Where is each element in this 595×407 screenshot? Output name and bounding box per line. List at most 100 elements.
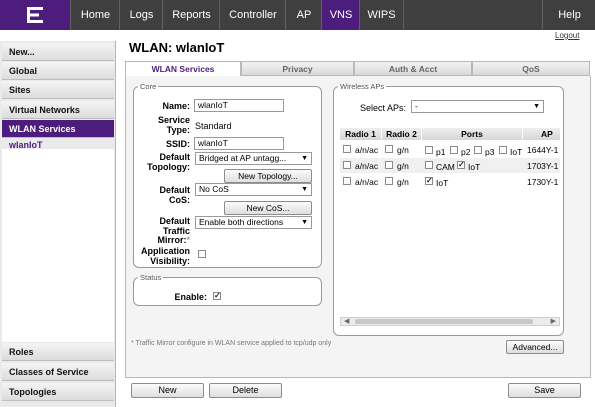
new-topology-button[interactable]: New Topology... <box>224 169 312 183</box>
radio2-label: g/n <box>397 161 409 171</box>
port-checkbox[interactable] <box>499 146 507 154</box>
chevron-down-icon: ▼ <box>301 155 308 162</box>
scroll-right-icon[interactable]: ▶ <box>551 317 556 325</box>
brand-logo[interactable] <box>0 0 70 30</box>
port-checkbox[interactable] <box>450 146 458 154</box>
default-topology-label: Default Topology: <box>147 152 190 172</box>
column-header-radio1[interactable]: Radio 1 <box>340 128 382 140</box>
scroll-left-icon[interactable]: ◀ <box>344 317 349 325</box>
table-row: a/n/ac g/n IoT 1730Y-1 <box>340 174 560 189</box>
service-type-value: Standard <box>195 121 232 131</box>
port-checkbox[interactable] <box>425 177 433 185</box>
default-cos-label: Default CoS: <box>159 185 190 205</box>
port-checkbox[interactable] <box>425 161 433 169</box>
service-type-label: Service Type: <box>157 115 190 135</box>
select-aps-label: Select APs: <box>359 103 406 113</box>
cos-select-value: No CoS <box>199 184 229 194</box>
nav-vns[interactable]: VNS <box>321 0 360 30</box>
ssid-input[interactable]: wlanIoT <box>194 137 284 150</box>
select-aps-value: - <box>415 101 418 111</box>
wireless-aps-table: Radio 1 Radio 2 Ports AP a/n/ac g/n p1 p… <box>340 128 560 316</box>
radio1-label: a/n/ac <box>355 161 379 171</box>
save-button[interactable]: Save <box>508 383 581 398</box>
sidebar-item-virtual-networks[interactable]: Virtual Networks <box>2 101 114 119</box>
enable-checkbox[interactable] <box>213 292 221 300</box>
table-row: a/n/ac g/n CAM IoT 1703Y-1 <box>340 158 560 173</box>
port-checkbox[interactable] <box>474 146 482 154</box>
table-horizontal-scrollbar[interactable]: ◀ ▶ <box>340 317 560 326</box>
port-label: p3 <box>485 147 495 157</box>
port-label: p2 <box>461 147 471 157</box>
sidebar-blank-area <box>2 149 114 342</box>
nav-wips[interactable]: WIPS <box>359 0 404 30</box>
new-cos-button[interactable]: New CoS... <box>224 201 312 215</box>
application-visibility-checkbox[interactable] <box>198 250 206 258</box>
traffic-mirror-select-value: Enable both directions <box>199 217 284 227</box>
radio2-checkbox[interactable] <box>385 145 393 153</box>
radio2-checkbox[interactable] <box>385 177 393 185</box>
radio1-checkbox[interactable] <box>343 161 351 169</box>
nav-controller[interactable]: Controller <box>219 0 286 30</box>
nav-reports[interactable]: Reports <box>162 0 220 30</box>
sidebar-item-roles[interactable]: Roles <box>2 343 114 361</box>
sidebar-item-classes-of-service[interactable]: Classes of Service <box>2 363 114 381</box>
sidebar: New... Global Sites Virtual Networks WLA… <box>0 41 116 407</box>
radio2-label: g/n <box>397 177 409 187</box>
top-nav-bar: Home Logs Reports Controller AP VNS WIPS… <box>0 0 595 30</box>
default-traffic-mirror-label: Default Traffic Mirror:* <box>157 216 190 245</box>
radio2-label: g/n <box>397 145 409 155</box>
topology-select[interactable]: Bridged at AP untagg... ▼ <box>195 152 312 165</box>
sidebar-item-sites[interactable]: Sites <box>2 81 114 99</box>
name-label: Name: <box>162 101 190 111</box>
column-header-ap[interactable]: AP <box>523 128 560 140</box>
tab-auth-acct[interactable]: Auth & Acct <box>354 61 472 76</box>
chevron-down-icon: ▼ <box>301 186 308 193</box>
radio1-checkbox[interactable] <box>343 177 351 185</box>
tab-qos[interactable]: QoS <box>472 61 590 76</box>
port-checkbox[interactable] <box>425 146 433 154</box>
chevron-down-icon: ▼ <box>301 219 308 226</box>
topology-select-value: Bridged at AP untagg... <box>199 153 287 163</box>
ap-name: 1644Y-1 <box>527 145 559 155</box>
ap-name: 1703Y-1 <box>527 161 559 171</box>
tab-wlan-services[interactable]: WLAN Services <box>125 61 241 76</box>
nav-ap[interactable]: AP <box>285 0 322 30</box>
core-legend: Core <box>140 82 157 91</box>
column-header-radio2[interactable]: Radio 2 <box>382 128 422 140</box>
port-label: IoT <box>510 147 523 157</box>
select-aps-dropdown[interactable]: - ▼ <box>411 100 544 113</box>
tab-privacy[interactable]: Privacy <box>241 61 354 76</box>
nav-logs[interactable]: Logs <box>119 0 163 30</box>
table-row: a/n/ac g/n p1 p2 p3 IoT 1644Y-1 <box>340 142 560 157</box>
sidebar-item-topologies[interactable]: Topologies <box>2 383 114 401</box>
port-label: IoT <box>468 162 481 172</box>
nav-home[interactable]: Home <box>70 0 120 30</box>
status-legend: Status <box>140 273 162 282</box>
radio1-label: a/n/ac <box>355 177 379 187</box>
radio1-checkbox[interactable] <box>343 145 351 153</box>
nav-help[interactable]: Help <box>542 0 595 30</box>
extreme-logo-icon <box>27 7 43 23</box>
cos-select[interactable]: No CoS ▼ <box>195 183 312 196</box>
application-visibility-label: Application Visibility: <box>141 246 190 266</box>
radio1-label: a/n/ac <box>355 145 379 155</box>
sidebar-item-wlan-services[interactable]: WLAN Services <box>2 120 114 138</box>
name-input[interactable]: wlanIoT <box>194 99 284 112</box>
traffic-mirror-footnote: * Traffic Mirror configure in WLAN servi… <box>131 340 332 347</box>
chevron-down-icon: ▼ <box>533 103 540 110</box>
advanced-button[interactable]: Advanced... <box>506 340 564 354</box>
tab-bar: WLAN Services Privacy Auth & Acct QoS <box>125 61 590 76</box>
radio2-checkbox[interactable] <box>385 161 393 169</box>
traffic-mirror-select[interactable]: Enable both directions ▼ <box>195 216 312 229</box>
delete-button[interactable]: Delete <box>209 383 282 398</box>
logout-link[interactable]: Logout <box>555 31 579 40</box>
enable-label: Enable: <box>174 292 207 302</box>
sidebar-item-new[interactable]: New... <box>2 43 114 61</box>
port-checkbox[interactable] <box>457 161 465 169</box>
port-label: CAM <box>436 162 455 172</box>
ssid-label: SSID: <box>165 139 190 149</box>
scrollbar-thumb[interactable] <box>355 319 533 324</box>
sidebar-item-global[interactable]: Global <box>2 62 114 80</box>
column-header-ports[interactable]: Ports <box>422 128 523 140</box>
new-button[interactable]: New <box>131 383 204 398</box>
